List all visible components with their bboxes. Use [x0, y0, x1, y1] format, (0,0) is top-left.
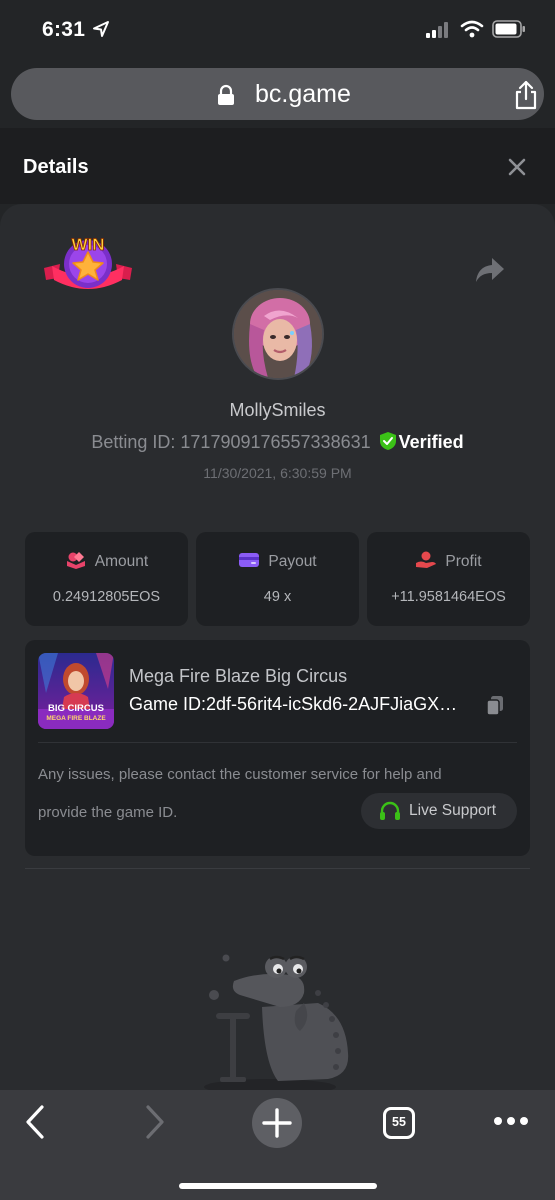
game-thumbnail[interactable]: BIG CIRCUS MEGA FIRE BLAZE — [38, 653, 114, 729]
section-divider — [25, 868, 530, 869]
location-arrow-icon — [93, 21, 109, 37]
tabs-button[interactable]: 55 — [383, 1107, 415, 1139]
forward-icon[interactable] — [144, 1104, 166, 1140]
payout-label: Payout — [268, 553, 317, 570]
payout-value: 49 x — [263, 589, 292, 605]
amount-label: Amount — [94, 553, 149, 570]
game-id: Game ID:2df-56rit4-icSkd6-2AJFJiaGX… — [129, 694, 457, 715]
verified-label: Verified — [398, 432, 464, 452]
status-bar: 6:31 — [0, 0, 555, 62]
betting-id-label: Betting ID: — [91, 432, 176, 452]
modal-header: Details — [0, 128, 555, 204]
betting-id-value: 1717909176557338631 — [180, 432, 371, 452]
share-arrow-icon[interactable] — [474, 256, 506, 284]
avatar-photo — [234, 290, 322, 378]
betting-id-row: Betting ID: 1717909176557338631 Verified — [0, 431, 555, 453]
share-icon[interactable] — [511, 79, 541, 111]
profit-label: Profit — [445, 553, 482, 570]
lock-icon — [218, 84, 234, 105]
game-id-label: Game ID: — [129, 694, 207, 714]
cellular-signal-icon — [426, 22, 448, 38]
live-support-button[interactable]: Live Support — [361, 793, 517, 829]
close-icon[interactable] — [506, 156, 528, 178]
amount-value: 0.24912805EOS — [52, 589, 161, 605]
status-time: 6:31 — [42, 18, 86, 41]
thumb-title: BIG CIRCUS — [48, 703, 104, 714]
verified-shield-icon — [379, 432, 396, 450]
home-indicator — [179, 1183, 377, 1189]
back-icon[interactable] — [24, 1104, 46, 1140]
more-icon[interactable] — [493, 1116, 529, 1126]
support-note-line-2: provide the game ID. — [38, 804, 178, 821]
card-icon — [239, 553, 260, 567]
tab-count: 55 — [392, 1115, 406, 1129]
username: MollySmiles — [229, 400, 326, 420]
profit-value: +11.9581464EOS — [391, 589, 506, 605]
payout-card: Payout 49 x — [196, 532, 359, 626]
amount-card: Amount 0.24912805EOS — [25, 532, 188, 626]
battery-icon — [492, 20, 525, 38]
new-tab-button[interactable] — [252, 1098, 302, 1148]
wifi-icon — [460, 20, 484, 38]
crocodile-mascot-illustration — [204, 954, 349, 1095]
hand-coin-icon — [416, 551, 437, 568]
url-field[interactable]: bc.game — [11, 68, 544, 120]
headset-icon — [380, 801, 400, 820]
modal-title: Details — [23, 156, 89, 178]
support-note-line-1: Any issues, please contact the customer … — [38, 766, 442, 783]
bet-timestamp: 11/30/2021, 6:30:59 PM — [203, 465, 352, 481]
coins-icon — [66, 552, 85, 569]
game-name[interactable]: Mega Fire Blaze Big Circus — [129, 666, 347, 687]
win-badge-icon: WIN — [44, 235, 132, 289]
plus-icon — [262, 1108, 292, 1138]
game-card: BIG CIRCUS MEGA FIRE BLAZE Mega Fire Bla… — [25, 640, 530, 856]
game-card-divider — [38, 742, 517, 743]
avatar — [232, 288, 324, 380]
browser-address-bar: bc.game — [0, 62, 555, 128]
thumb-subtitle: MEGA FIRE BLAZE — [46, 715, 106, 722]
copy-icon[interactable] — [485, 695, 505, 717]
win-badge-text: WIN — [71, 235, 104, 254]
profit-card: Profit +11.9581464EOS — [367, 532, 530, 626]
url-text: bc.game — [255, 80, 351, 108]
game-id-value: 2df-56rit4-icSkd6-2AJFJiaGX… — [206, 694, 458, 714]
live-support-label: Live Support — [409, 802, 497, 819]
